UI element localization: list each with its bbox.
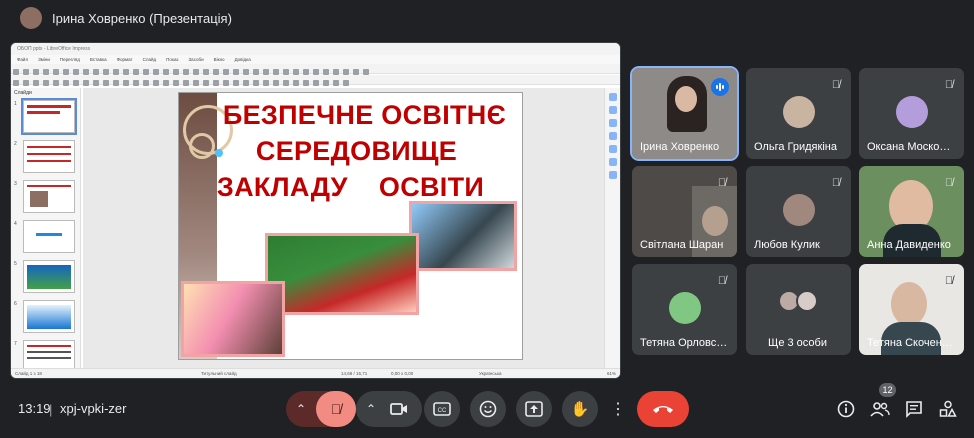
participant-name: Світлана Шаран	[640, 239, 724, 251]
emoji-button[interactable]	[470, 391, 506, 427]
info-icon[interactable]	[837, 400, 855, 418]
speaking-indicator-icon	[711, 78, 729, 96]
menu-item: Файл	[17, 57, 29, 62]
menu-item: Засоби	[188, 57, 204, 62]
raise-hand-icon[interactable]: ✋	[571, 400, 590, 418]
mic-off-icon: 🎙̸	[717, 275, 727, 287]
more-options-button[interactable]: ⋮	[606, 391, 630, 427]
participant-tile[interactable]: 🎙̸ Оксана Моско…	[859, 68, 964, 159]
microphone-control[interactable]: ⌃ 🎙̸	[286, 391, 356, 427]
slides-pane: Слайди 1 2 3 4 5 6 7	[11, 88, 81, 373]
menu-item: Перегляд	[59, 57, 80, 62]
slide-title-line: ЗАКЛАДУ ОСВІТИ	[216, 172, 485, 202]
slide-title-line: СЕРЕДОВИЩЕ	[255, 136, 458, 166]
slide-thumbnail: 4	[14, 220, 75, 253]
clock: 13:19	[18, 401, 51, 416]
more-vert-icon[interactable]: ⋮	[610, 399, 626, 419]
slide-thumbnail: 3	[14, 180, 75, 213]
participant-name: Анна Давиденко	[867, 239, 951, 251]
mic-off-icon: 🎙̸	[831, 79, 841, 91]
present-button[interactable]	[516, 391, 552, 427]
call-controls-bar: 13:19 | xpj-vpki-zer ⌃ 🎙̸ ⌃ CC ✋ ⋮ 12	[0, 383, 974, 438]
avatar	[669, 292, 701, 324]
impress-toolbar-1	[11, 64, 620, 75]
mic-off-icon: 🎙̸	[944, 177, 954, 189]
separator: |	[49, 402, 53, 417]
participant-tile[interactable]: 🎙̸ Тетяна Скочен…	[859, 264, 964, 355]
participant-name: Тетяна Орловс…	[640, 337, 728, 349]
mic-off-icon[interactable]: 🎙̸	[316, 391, 356, 427]
captions-button[interactable]: CC	[424, 391, 460, 427]
menu-item: Формат	[116, 57, 133, 62]
chevron-up-icon[interactable]: ⌃	[366, 402, 376, 416]
impress-status-bar: Слайд 1 з 18 Титульний слайд 14,68 / 15,…	[11, 368, 620, 378]
hangup-icon[interactable]	[652, 404, 674, 414]
slide-thumbnail: 1	[14, 98, 77, 135]
people-button[interactable]	[865, 394, 895, 424]
people-count-badge: 12	[879, 383, 896, 397]
slide-thumbnail: 2	[14, 140, 75, 173]
menu-item: Довідка	[234, 57, 251, 62]
participant-name: Оксана Моско…	[867, 141, 951, 153]
current-slide: БЕЗПЕЧНЕ ОСВІТНЄ СЕРЕДОВИЩЕ ЗАКЛАДУ ОСВІ…	[178, 92, 523, 360]
slide-photo	[181, 281, 285, 357]
mic-off-icon: 🎙̸	[944, 275, 954, 287]
menu-item: Вставка	[89, 57, 107, 62]
participant-name: Ще 3 особи	[768, 337, 827, 349]
participant-name: Ірина Ховренко	[640, 141, 720, 153]
presenter-title: Ірина Ховренко (Презентація)	[52, 10, 232, 26]
slide-edit-area: БЕЗПЕЧНЕ ОСВІТНЄ СЕРЕДОВИЩЕ ЗАКЛАДУ ОСВІ…	[83, 88, 605, 370]
menu-item: Вікно	[213, 57, 225, 62]
participant-name: Тетяна Скочен…	[867, 337, 953, 349]
mic-off-icon: 🎙̸	[944, 79, 954, 91]
chat-icon[interactable]	[905, 400, 923, 418]
participant-tile[interactable]: 🎙̸ Любов Кулик	[746, 166, 851, 257]
presenter-avatar	[20, 7, 42, 29]
menu-item: Зміни	[38, 57, 50, 62]
participant-tile[interactable]: Ірина Ховренко	[630, 66, 739, 161]
top-bar: Ірина Ховренко (Презентація)	[10, 4, 964, 32]
sidebar-deck	[604, 88, 620, 370]
captions-icon[interactable]: CC	[433, 402, 451, 416]
avatar	[796, 290, 818, 312]
impress-menu-bar: Файл Зміни Перегляд Вставка Формат Слайд…	[11, 55, 620, 64]
participant-tile[interactable]: 🎙̸ Світлана Шаран	[632, 166, 737, 257]
mic-off-icon: 🎙̸	[717, 177, 727, 189]
slide-thumbnail: 5	[14, 260, 75, 293]
emoji-icon[interactable]	[479, 400, 497, 418]
slide-thumbnail: 6	[14, 300, 75, 333]
camera-control[interactable]: ⌃	[356, 391, 422, 427]
chevron-up-icon[interactable]: ⌃	[296, 402, 306, 416]
avatar	[783, 194, 815, 226]
slide-photo	[409, 201, 517, 271]
raise-hand-button[interactable]: ✋	[562, 391, 598, 427]
avatar	[896, 96, 928, 128]
impress-window-title: ОБОП pptx - LibreOffice Impress	[11, 43, 620, 55]
participant-name: Ольга Гридякіна	[754, 141, 837, 153]
present-icon[interactable]	[525, 401, 543, 417]
people-icon[interactable]	[870, 401, 890, 417]
svg-text:CC: CC	[438, 408, 447, 414]
activities-button[interactable]	[933, 394, 963, 424]
participant-tile[interactable]: 🎙̸ Анна Давиденко	[859, 166, 964, 257]
slide-photo	[265, 233, 419, 315]
avatar	[783, 96, 815, 128]
menu-item: Показ	[166, 57, 179, 62]
camera-icon[interactable]	[390, 402, 408, 416]
activities-icon[interactable]	[939, 400, 957, 418]
participant-tile[interactable]: 🎙̸ Тетяна Орловс…	[632, 264, 737, 355]
participant-tile[interactable]: Ще 3 особи	[746, 264, 851, 355]
slides-pane-title: Слайди	[14, 90, 32, 96]
chat-button[interactable]	[899, 394, 929, 424]
mic-off-icon: 🎙̸	[831, 177, 841, 189]
participant-name: Любов Кулик	[754, 239, 820, 251]
participant-tile[interactable]: 🎙̸ Ольга Гридякіна	[746, 68, 851, 159]
meeting-code: xpj-vpki-zer	[60, 401, 127, 416]
meeting-info-button[interactable]	[831, 394, 861, 424]
impress-toolbar-2	[11, 75, 620, 86]
leave-call-button[interactable]	[637, 391, 689, 427]
slide-title-line: БЕЗПЕЧНЕ ОСВІТНЄ	[222, 100, 507, 130]
shared-screen: ОБОП pptx - LibreOffice Impress Файл Змі…	[10, 42, 621, 379]
menu-item: Слайд	[142, 57, 157, 62]
